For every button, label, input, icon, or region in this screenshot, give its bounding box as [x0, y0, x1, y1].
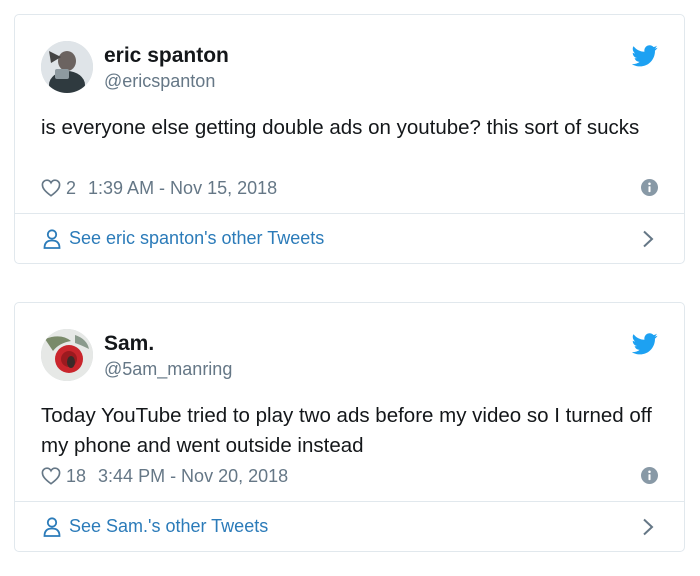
handle[interactable]: @5am_manring: [104, 359, 232, 380]
see-other-tweets-label: See Sam.'s other Tweets: [69, 516, 269, 536]
display-name[interactable]: eric spanton: [104, 44, 229, 68]
see-other-tweets-link[interactable]: See Sam.'s other Tweets: [15, 502, 684, 551]
person-icon: [43, 228, 61, 249]
timestamp-link[interactable]: 1:39 AM - Nov 15, 2018: [88, 178, 277, 199]
like-count: 18: [66, 465, 87, 486]
timestamp-link[interactable]: 3:44 PM - Nov 20, 2018: [98, 466, 288, 487]
twitter-bird-icon[interactable]: [632, 333, 658, 355]
info-icon[interactable]: [641, 467, 658, 484]
person-icon: [43, 516, 61, 537]
handle[interactable]: @ericspanton: [104, 71, 215, 92]
display-name[interactable]: Sam.: [104, 332, 154, 356]
heart-icon[interactable]: [41, 179, 61, 197]
twitter-bird-icon[interactable]: [632, 45, 658, 67]
see-other-tweets-link[interactable]: See eric spanton's other Tweets: [15, 214, 684, 263]
tweet-meta: 2 1:39 AM - Nov 15, 2018: [41, 175, 277, 201]
like-count: 2: [66, 177, 77, 198]
tweet-card: Sam. @5am_manring Today YouTube tried to…: [14, 302, 685, 552]
see-other-tweets-label: See eric spanton's other Tweets: [69, 228, 325, 248]
chevron-right-icon: [643, 518, 654, 535]
chevron-right-icon: [643, 230, 654, 247]
info-icon[interactable]: [641, 179, 658, 196]
tweet-text: is everyone else getting double ads on y…: [41, 116, 640, 139]
heart-icon[interactable]: [41, 467, 61, 485]
tweet-text: Today YouTube tried to play two ads befo…: [41, 404, 652, 457]
tweet-card: eric spanton @ericspanton is everyone el…: [14, 14, 685, 264]
avatar[interactable]: [41, 329, 93, 381]
avatar[interactable]: [41, 41, 93, 93]
tweet-meta: 18 3:44 PM - Nov 20, 2018: [41, 463, 288, 489]
